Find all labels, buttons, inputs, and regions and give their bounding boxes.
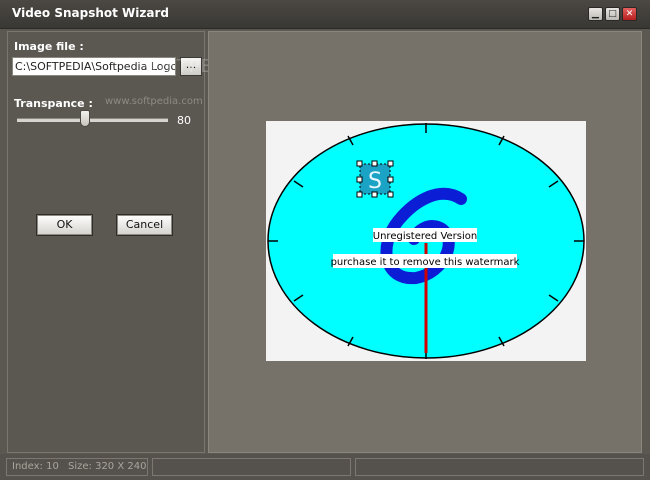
image-file-label: Image file : bbox=[14, 40, 84, 53]
cancel-button[interactable]: Cancel bbox=[116, 214, 173, 236]
title-bar[interactable]: Video Snapshot Wizard ▁ □ ✕ bbox=[0, 0, 650, 29]
app-window: Video Snapshot Wizard ▁ □ ✕ Image file :… bbox=[0, 0, 650, 480]
close-button[interactable]: ✕ bbox=[622, 7, 637, 21]
settings-panel bbox=[7, 31, 205, 453]
overlay-logo-letter: S bbox=[368, 169, 382, 194]
minimize-button[interactable]: ▁ bbox=[588, 7, 603, 21]
transparence-label: Transpance : bbox=[14, 97, 93, 110]
maximize-button[interactable]: □ bbox=[605, 7, 620, 21]
window-title: Video Snapshot Wizard bbox=[12, 6, 169, 20]
status-bar: Index: 10 Size: 320 X 240 bbox=[0, 454, 650, 480]
purchase-watermark: purchase it to remove this watermark bbox=[331, 257, 520, 268]
maximize-icon: □ bbox=[608, 9, 617, 19]
clock-logo-image: S Unregistered Version purchase it to re… bbox=[266, 121, 586, 361]
close-icon: ✕ bbox=[625, 9, 634, 19]
status-panel-info: Index: 10 Size: 320 X 240 bbox=[6, 458, 148, 476]
status-index: Index: 10 bbox=[12, 461, 59, 472]
status-panel-3 bbox=[355, 458, 644, 476]
transparence-value: 80 bbox=[177, 114, 191, 127]
minimize-icon: ▁ bbox=[592, 9, 599, 19]
status-panel-2 bbox=[152, 458, 351, 476]
snapshot-image[interactable]: S Unregistered Version purchase it to re… bbox=[266, 121, 586, 361]
ok-button[interactable]: OK bbox=[36, 214, 93, 236]
softpedia-url-watermark: www.softpedia.com bbox=[105, 96, 203, 107]
transparence-slider[interactable] bbox=[17, 118, 168, 122]
transparence-slider-thumb[interactable] bbox=[80, 110, 90, 127]
unregistered-watermark: Unregistered Version bbox=[373, 231, 477, 242]
status-size: Size: 320 X 240 bbox=[68, 461, 147, 472]
